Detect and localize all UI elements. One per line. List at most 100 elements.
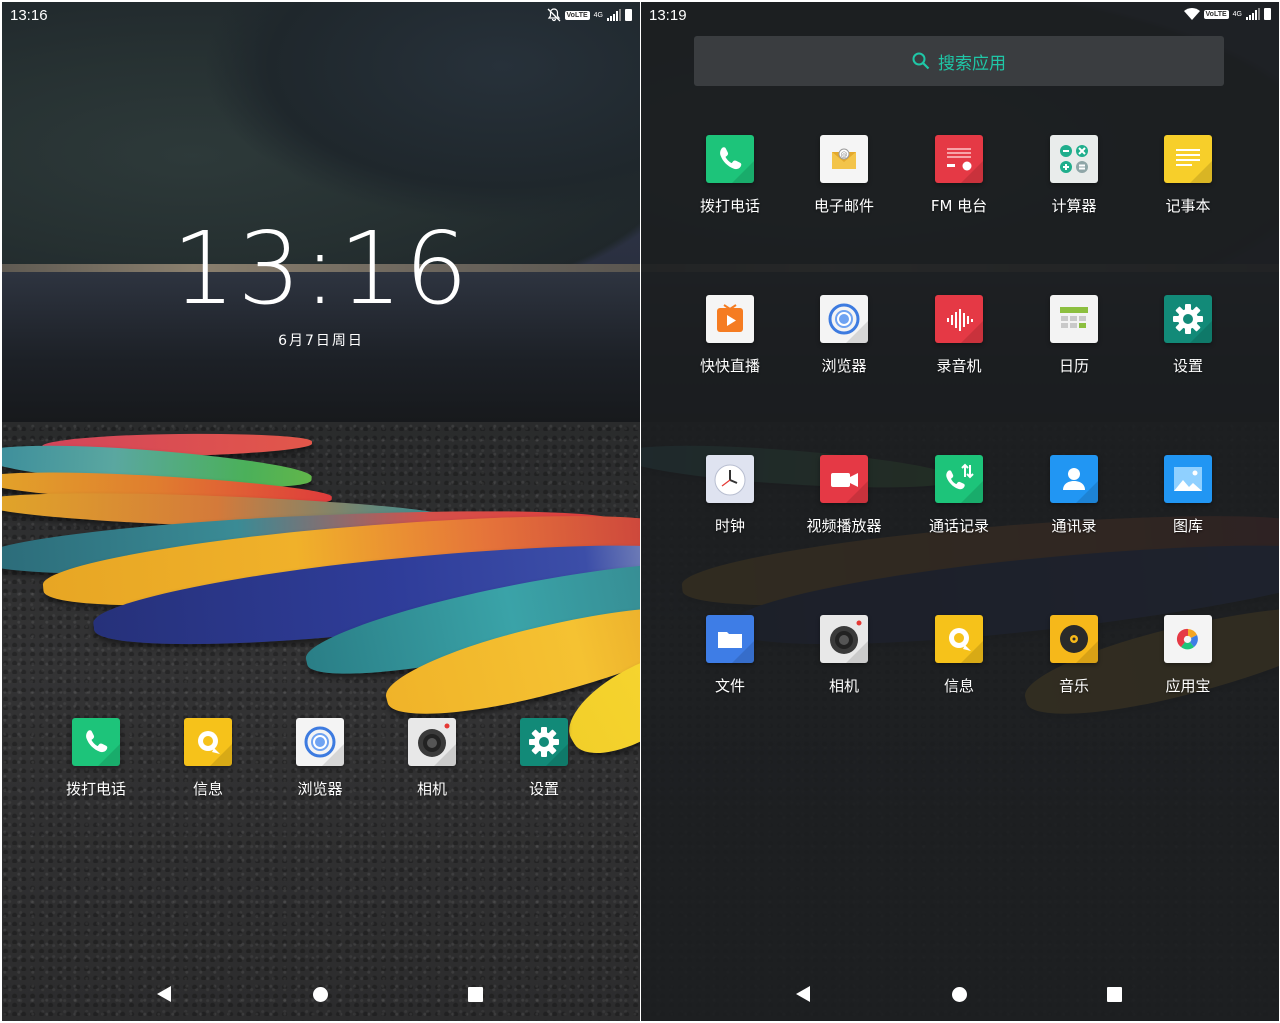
status-icons: VoLTE 4G [547,8,632,22]
phone-icon [706,135,754,183]
app-contacts[interactable]: 通讯录 [1019,455,1129,536]
lock-clock: 13:16 [171,210,471,327]
messages-icon [184,718,232,766]
app-fm-radio[interactable]: FM 电台 [904,135,1014,216]
browser-icon [296,718,344,766]
app-label: 拨打电话 [699,197,760,215]
wallpaper [2,2,640,1021]
email-icon: @ [820,135,868,183]
app-call-log[interactable]: 通话记录 [904,455,1014,536]
app-recorder[interactable]: 录音机 [904,295,1014,376]
app-label: 图库 [1172,517,1203,535]
mute-bell-icon [547,8,560,22]
home-icon[interactable] [313,987,328,1002]
app-label: 信息 [192,780,223,798]
radio-icon [935,135,983,183]
app-label: 设置 [1172,357,1203,375]
dock-app-camera[interactable]: 相机 [377,718,487,799]
browser-icon [820,295,868,343]
camera-icon [408,718,456,766]
app-live-stream[interactable]: 快快直播 [675,295,785,376]
calendar-icon [1050,295,1098,343]
network-type: 4G [1232,10,1242,18]
lock-date: 6月7日周日 [278,333,364,349]
app-label: 视频播放器 [806,517,882,535]
wifi-icon [1183,8,1200,20]
dock-app-browser[interactable]: 浏览器 [265,718,375,799]
app-label: 应用宝 [1165,677,1211,695]
app-label: 电子邮件 [813,197,874,215]
app-label: 相机 [416,780,447,798]
app-label: 日历 [1058,357,1089,375]
svg-text:@: @ [841,151,848,159]
app-label: 信息 [943,677,974,695]
volte-badge: VoLTE [1203,9,1229,19]
camera-icon [820,615,868,663]
home-screen: 13:16 VoLTE 4G 13:16 6月7日周日 拨打电话 信息 浏览器 [2,2,640,1021]
app-calendar[interactable]: 日历 [1019,295,1129,376]
status-bar: 13:16 VoLTE 4G [2,2,640,30]
battery-icon [1264,8,1271,20]
app-files[interactable]: 文件 [675,615,785,696]
app-label: 音乐 [1058,677,1089,695]
dock-app-settings[interactable]: 设置 [489,718,599,799]
app-label: 通话记录 [928,517,989,535]
app-label: FM 电台 [930,197,988,215]
clock-icon [706,455,754,503]
app-email[interactable]: @ 电子邮件 [789,135,899,216]
app-label: 相机 [828,677,859,695]
navigation-bar [2,972,640,1018]
contacts-icon [1050,455,1098,503]
app-video-player[interactable]: 视频播放器 [789,455,899,536]
wallpaper-mountain [202,2,640,222]
video-player-icon [820,455,868,503]
files-icon [706,615,754,663]
app-label: 记事本 [1165,197,1211,215]
search-label: 搜索应用 [938,53,1006,74]
home-icon[interactable] [952,987,967,1002]
app-label: 快快直播 [699,357,760,375]
app-store[interactable]: 应用宝 [1133,615,1243,696]
search-apps-bar[interactable]: 搜索应用 [694,36,1224,86]
app-label: 浏览器 [297,780,343,798]
app-gallery[interactable]: 图库 [1133,455,1243,536]
recents-icon[interactable] [468,987,483,1002]
phone-icon [72,718,120,766]
status-time: 13:19 [649,7,687,24]
app-calculator[interactable]: 计算器 [1019,135,1129,216]
gallery-icon [1164,455,1212,503]
back-icon[interactable] [157,986,171,1002]
status-time: 13:16 [10,7,48,24]
app-drawer-screen: 13:19 VoLTE 4G 搜索应用 拨打电话 @ 电子邮件 FM 电台 计算… [641,2,1279,1021]
notepad-icon [1164,135,1212,183]
signal-icon [1246,8,1260,20]
app-camera[interactable]: 相机 [789,615,899,696]
app-settings[interactable]: 设置 [1133,295,1243,376]
live-stream-icon [706,295,754,343]
network-type: 4G [593,11,603,19]
app-label: 浏览器 [821,357,867,375]
status-icons: VoLTE 4G [1183,8,1271,20]
app-browser[interactable]: 浏览器 [789,295,899,376]
settings-gear-icon [520,718,568,766]
recents-icon[interactable] [1107,987,1122,1002]
app-label: 录音机 [936,357,982,375]
app-label: 拨打电话 [65,780,126,798]
search-icon [912,52,930,70]
app-music[interactable]: 音乐 [1019,615,1129,696]
back-icon[interactable] [796,986,810,1002]
call-log-icon [935,455,983,503]
app-label: 时钟 [714,517,745,535]
volte-badge: VoLTE [564,10,590,20]
app-phone[interactable]: 拨打电话 [675,135,785,216]
dock-app-messages[interactable]: 信息 [153,718,263,799]
battery-icon [625,9,632,21]
app-messages[interactable]: 信息 [904,615,1014,696]
app-label: 通讯录 [1051,517,1097,535]
signal-icon [607,9,621,21]
app-label: 文件 [714,677,745,695]
app-clock[interactable]: 时钟 [675,455,785,536]
app-notepad[interactable]: 记事本 [1133,135,1243,216]
recorder-icon [935,295,983,343]
dock-app-phone[interactable]: 拨打电话 [41,718,151,799]
